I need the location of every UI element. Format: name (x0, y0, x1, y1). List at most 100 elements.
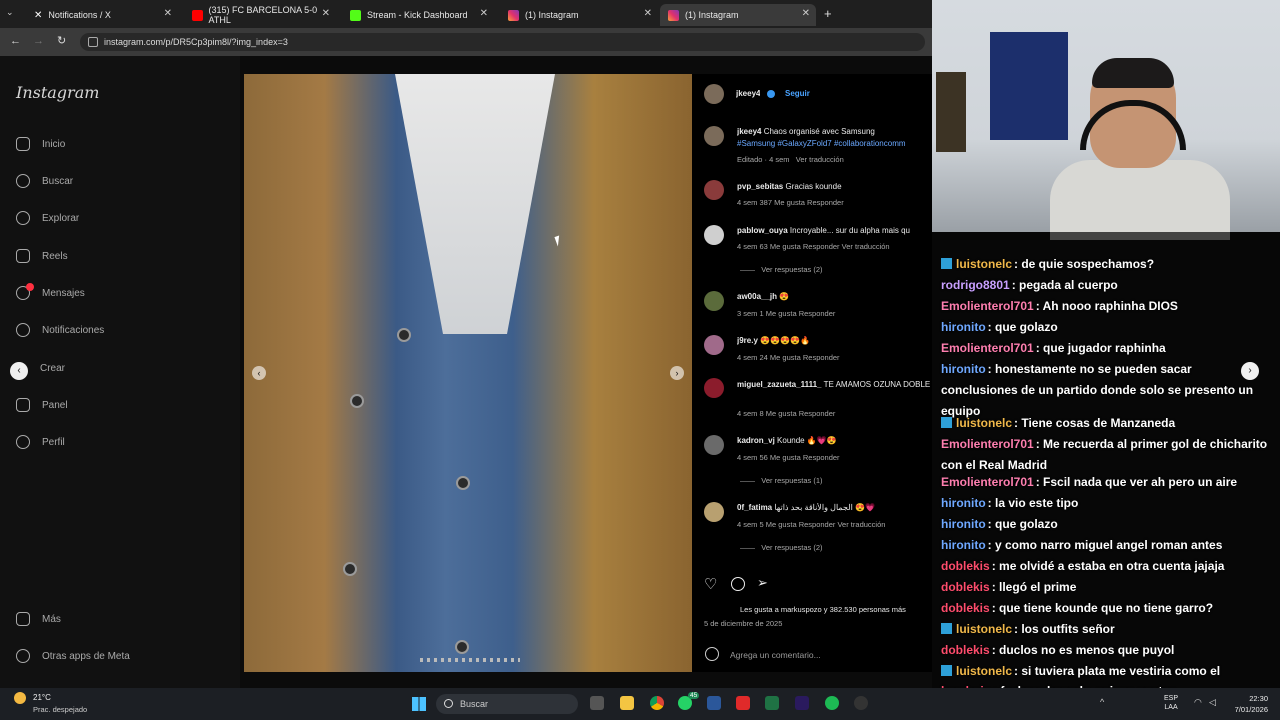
tab-youtube[interactable]: (315) FC BARCELONA 5-0 ATHL ✕ (184, 4, 336, 26)
chat-text: : Ah nooo raphinha DIOS (1035, 299, 1178, 313)
chat-username[interactable]: luistonelc (956, 664, 1012, 678)
close-tab-icon[interactable]: ✕ (802, 8, 810, 19)
nav-more[interactable]: Más (16, 609, 61, 629)
nav-search[interactable]: Buscar (16, 171, 73, 191)
share-icon[interactable]: ➢ (757, 575, 768, 591)
commenter-avatar[interactable] (704, 225, 724, 245)
file-explorer-icon[interactable] (620, 696, 634, 710)
meta-apps-icon (16, 649, 30, 663)
chat-username[interactable]: hironito (941, 538, 986, 552)
comment: 0f_fatima الجمال والأناقة بحد ذاتها 😍💗 (737, 503, 876, 512)
profile-icon (16, 435, 30, 449)
chat-message: doblekis: que tiene kounde que no tiene … (941, 598, 1271, 619)
close-tab-icon[interactable]: ✕ (322, 8, 330, 19)
chat-username[interactable]: luistonelc (956, 257, 1012, 271)
view-replies[interactable]: —— Ver respuestas (2) (740, 543, 823, 552)
chat-username[interactable]: doblekis (941, 601, 990, 615)
obs-icon[interactable] (854, 696, 868, 710)
commenter-avatar[interactable] (704, 335, 724, 355)
chrome-icon[interactable] (650, 696, 664, 710)
chat-username[interactable]: doblekis (941, 580, 990, 594)
image-next-icon[interactable]: › (670, 366, 684, 380)
taskbar-search[interactable]: Buscar (436, 694, 578, 714)
chat-username[interactable]: Emolienterol701 (941, 437, 1034, 451)
chat-username[interactable]: hironito (941, 320, 986, 334)
tray-chevron-icon[interactable]: ^ (1100, 697, 1104, 707)
clock[interactable]: 22:30 7/01/2026 (1228, 693, 1268, 715)
post-hashtags[interactable]: #Samsung #GalaxyZFold7 #collaborationcom… (737, 139, 932, 148)
nav-notifications[interactable]: Notificaciones (16, 320, 104, 340)
nav-label: Mensajes (42, 287, 85, 299)
chat-message: doblekis: me olvidé a estaba en otra cue… (941, 556, 1271, 577)
language-indicator[interactable]: ESP LAA (1164, 694, 1178, 712)
weather-temp[interactable]: 21°C (33, 693, 51, 702)
commenter-avatar[interactable] (704, 378, 724, 398)
wifi-icon[interactable]: ◠ (1194, 697, 1202, 708)
chat-username[interactable]: rodrigo8801 (941, 278, 1010, 292)
post-prev-button[interactable]: ‹ (10, 362, 28, 380)
close-tab-icon[interactable]: ✕ (480, 8, 488, 19)
chat-username[interactable]: Emolienterol701 (941, 475, 1034, 489)
emoji-icon[interactable] (705, 647, 719, 661)
image-prev-icon[interactable]: ‹ (252, 366, 266, 380)
view-replies[interactable]: —— Ver respuestas (1) (740, 476, 823, 485)
word-icon[interactable] (707, 696, 721, 710)
chat-username[interactable]: luistonelc (956, 622, 1012, 636)
url-field[interactable]: instagram.com/p/DR5Cp3pim8l/?img_index=3 (80, 33, 925, 51)
comment-meta: 4 sem 387 Me gusta Responder (737, 198, 844, 207)
chat-username[interactable]: doblekis (941, 643, 990, 657)
close-tab-icon[interactable]: ✕ (644, 8, 652, 19)
tab-instagram-1[interactable]: (1) Instagram ✕ (500, 4, 658, 26)
nav-dashboard[interactable]: Panel (16, 395, 68, 415)
likes-summary[interactable]: Les gusta a markuspozo y 382.530 persona… (740, 605, 930, 614)
tab-x-notifications[interactable]: ✕ Notifications / X ✕ (26, 4, 178, 26)
comment-input[interactable]: Agrega un comentario... (730, 650, 821, 660)
nav-profile[interactable]: Perfil (16, 432, 65, 452)
carousel-dots (420, 658, 520, 662)
tab-kick[interactable]: Stream - Kick Dashboard ✕ (342, 4, 494, 26)
comment: kadron_vj Kounde 🔥💗😍 (737, 436, 837, 445)
start-icon[interactable] (412, 697, 426, 711)
commenter-avatar[interactable] (704, 291, 724, 311)
nav-meta-apps[interactable]: Otras apps de Meta (16, 646, 130, 666)
commenter-avatar[interactable] (704, 502, 724, 522)
chat-username[interactable]: doblekis (941, 559, 990, 573)
comment-icon[interactable] (731, 577, 745, 591)
follow-button[interactable]: Seguir (785, 89, 810, 98)
tab-list-button[interactable]: ⌄ (6, 7, 20, 21)
view-replies[interactable]: —— Ver respuestas (2) (740, 265, 823, 274)
chat-username[interactable]: Emolienterol701 (941, 299, 1034, 313)
chat-username[interactable]: Emolienterol701 (941, 341, 1034, 355)
nav-explore[interactable]: Explorar (16, 208, 79, 228)
premiere-icon[interactable] (795, 696, 809, 710)
close-tab-icon[interactable]: ✕ (164, 8, 172, 19)
reload-icon[interactable]: ↻ (57, 34, 66, 47)
tab-instagram-2[interactable]: (1) Instagram ✕ (660, 4, 816, 26)
task-view-icon[interactable] (590, 696, 604, 710)
chat-text: : los outfits señor (1014, 622, 1115, 636)
new-tab-button[interactable]: + (824, 6, 832, 21)
acrobat-icon[interactable] (736, 696, 750, 710)
nav-home[interactable]: Inicio (16, 134, 65, 154)
author-avatar[interactable] (704, 84, 724, 104)
volume-icon[interactable]: ◁ (1209, 697, 1216, 708)
like-icon[interactable]: ♡ (704, 575, 717, 593)
chat-username[interactable]: hironito (941, 517, 986, 531)
forward-icon[interactable]: → (33, 35, 44, 47)
excel-icon[interactable] (765, 696, 779, 710)
back-icon[interactable]: ← (10, 35, 21, 47)
chat-username[interactable]: hironito (941, 362, 986, 376)
commenter-avatar[interactable] (704, 180, 724, 200)
nav-create[interactable]: Crear (40, 358, 65, 378)
chat-username[interactable]: hironito (941, 496, 986, 510)
nav-reels[interactable]: Reels (16, 246, 68, 266)
chat-username[interactable]: luistonelc (956, 416, 1012, 430)
post-author[interactable]: jkeey4 (736, 89, 760, 98)
commenter-avatar[interactable] (704, 435, 724, 455)
comment: aw00a__jh 😍 (737, 292, 790, 301)
site-info-icon[interactable] (88, 37, 98, 47)
author-avatar[interactable] (704, 126, 724, 146)
instagram-logo[interactable]: Instagram (16, 83, 99, 102)
spotify-icon[interactable] (825, 696, 839, 710)
weather-icon (14, 692, 26, 704)
